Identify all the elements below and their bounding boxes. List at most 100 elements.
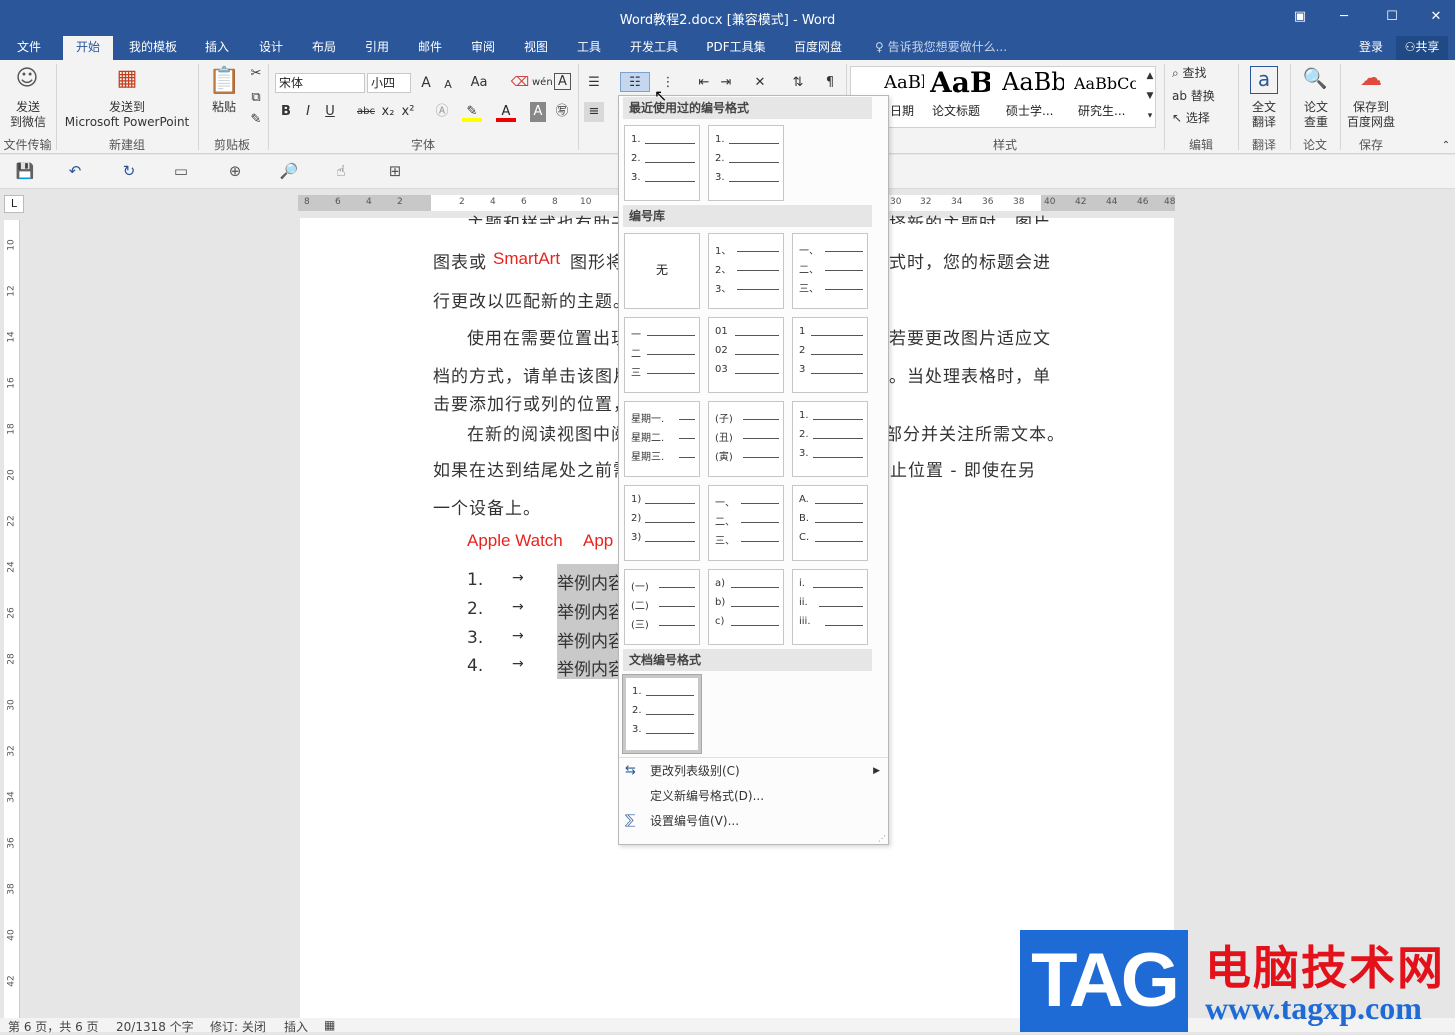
numbering-option-arabic-period[interactable]: 1. 2. 3. [792, 401, 868, 477]
tab-my-templates[interactable]: 我的模板 [122, 36, 184, 60]
style-preview-date[interactable]: AaBbCc [884, 72, 924, 93]
numbering-option-arabic-comma[interactable]: 1、 2、 3、 [708, 233, 784, 309]
collapse-ribbon-icon[interactable]: ⌃ [1436, 136, 1455, 156]
apple-watch-text[interactable]: Apple Watch [467, 531, 563, 551]
chevron-up-icon[interactable]: ▲ [1140, 66, 1160, 86]
doc-line-0b[interactable]: 择新的主题时，图片、 [889, 210, 1069, 224]
chevron-down-icon[interactable]: ▼ [1140, 86, 1160, 106]
underline-button[interactable]: U [320, 102, 340, 122]
paste-button[interactable]: 粘贴 [204, 100, 244, 115]
doc-line-5[interactable]: 击要添加行或列的位置， [433, 390, 631, 415]
character-shading-icon[interactable]: A [530, 102, 546, 122]
numbering-option-recent-1[interactable]: 1. 2. 3. [624, 125, 700, 201]
tab-selector-icon[interactable]: L [4, 195, 24, 213]
clear-format-icon[interactable]: ⌫ [510, 73, 530, 93]
align-left-icon[interactable]: ≡ [584, 102, 604, 122]
font-name-select[interactable]: 宋体 [275, 73, 365, 93]
numbering-option-lower-roman[interactable]: i. ii. iii. [792, 569, 868, 645]
numbering-option-chinese-paren[interactable]: (一) (二) (三) [624, 569, 700, 645]
bullets-icon[interactable]: ☰ [584, 73, 604, 93]
shrink-font-button[interactable]: A [438, 75, 458, 95]
tab-mailings[interactable]: 邮件 [409, 36, 451, 60]
full-text-translate-button[interactable]: 全文 翻译 [1242, 100, 1286, 130]
doc-line-8[interactable]: 一个设备上。 [433, 494, 541, 519]
numbering-option-chinese-plain[interactable]: 一 二 三 [624, 317, 700, 393]
ribbon-display-button[interactable]: ▣ [1280, 4, 1320, 30]
numbering-option-none[interactable]: 无 [624, 233, 700, 309]
list-item[interactable]: 2. → 举例内容 [467, 593, 621, 622]
copy-icon[interactable]: ⧉ [246, 88, 266, 108]
numbering-icon[interactable]: ☷ [620, 72, 650, 92]
doc-line-1b[interactable]: 图形将 [570, 248, 624, 273]
text-effects-icon[interactable]: Ⓐ [432, 102, 452, 122]
doc-line-7b[interactable]: 止位置 - 即使在另 [890, 456, 1036, 481]
change-case-button[interactable]: Aa [466, 73, 492, 93]
doc-line-6a[interactable]: 在新的阅读视图中阅 [467, 420, 629, 445]
define-new-numbering-item[interactable]: 定义新编号格式(D)... [619, 784, 888, 808]
doc-line-3b[interactable]: 若要更改图片适应文 [889, 324, 1051, 349]
numbering-option-document[interactable]: 1. 2. 3. [622, 674, 702, 754]
numbering-option-lower-alpha[interactable]: a) b) c) [708, 569, 784, 645]
list-item[interactable]: 3. → 举例内容 [467, 622, 621, 651]
character-border-button[interactable]: A [554, 73, 571, 90]
tab-review[interactable]: 审阅 [462, 36, 504, 60]
chinese-layout-icon[interactable]: ✕ [750, 73, 770, 93]
web-layout-icon[interactable]: ⊕ [224, 162, 246, 182]
send-to-powerpoint-button[interactable]: 发送到 Microsoft PowerPoint [60, 100, 194, 130]
highlight-color-icon[interactable]: ✎ [462, 102, 482, 122]
font-size-select[interactable]: 小四 [367, 73, 411, 93]
print-preview-icon[interactable]: 🔎 [278, 162, 300, 182]
tab-baidu-netdisk[interactable]: 百度网盘 [785, 36, 851, 60]
login-button[interactable]: 登录 [1352, 36, 1390, 60]
tab-developer[interactable]: 开发工具 [621, 36, 687, 60]
insert-mode-status[interactable]: 插入 [284, 1018, 308, 1035]
numbering-option-arabic-paren[interactable]: 1) 2) 3) [624, 485, 700, 561]
grow-font-button[interactable]: A [416, 73, 436, 93]
doc-line-2[interactable]: 行更改以匹配新的主题。 [433, 287, 631, 312]
doc-line-6b[interactable]: 部分并关注所需文本。 [885, 420, 1065, 445]
sort-icon[interactable]: ⇅ [788, 73, 808, 93]
subscript-button[interactable]: x₂ [378, 102, 398, 122]
doc-line-0a[interactable]: 主题和样式也有助于 [467, 210, 629, 224]
maximize-button[interactable]: ☐ [1372, 4, 1412, 30]
tell-me-box[interactable]: ♀ 告诉我您想要做什么... [866, 36, 1016, 60]
style-preview-master[interactable]: AaBb [1002, 68, 1064, 96]
doc-line-1a[interactable]: 图表或 [433, 248, 487, 273]
tab-tools[interactable]: 工具 [568, 36, 610, 60]
doc-line-4a[interactable]: 档的方式，请单击该图片 [433, 362, 631, 387]
numbering-option-zero-padded[interactable]: 01 02 03 [708, 317, 784, 393]
save-to-baidu-button[interactable]: 保存到 百度网盘 [1342, 100, 1400, 130]
style-preview-graduate[interactable]: AaBbCc [1074, 74, 1136, 93]
tab-pdf-tools[interactable]: PDF工具集 [700, 36, 772, 60]
numbering-option-earthly-branch[interactable]: (子) (丑) (寅) [708, 401, 784, 477]
doc-line-1c[interactable]: 式时，您的标题会进 [889, 248, 1051, 273]
customize-icon[interactable]: ⊞ [384, 162, 406, 182]
touch-mode-icon[interactable]: ☝ [330, 162, 352, 182]
tab-file[interactable]: 文件 [8, 36, 50, 60]
resize-grip-icon[interactable]: ⋰ [878, 834, 886, 843]
numbering-option-chinese-comma-2[interactable]: 一、 二、 三、 [708, 485, 784, 561]
replace-button[interactable]: ab 替换 [1172, 89, 1232, 104]
cut-icon[interactable]: ✂ [246, 64, 266, 84]
format-painter-icon[interactable]: ✎ [246, 110, 266, 130]
doc-line-4b[interactable]: 。当处理表格时，单 [889, 362, 1051, 387]
bold-button[interactable]: B [276, 102, 296, 122]
undo-icon[interactable]: ↶ [64, 162, 86, 182]
numbering-option-chinese-comma[interactable]: 一、 二、 三、 [792, 233, 868, 309]
list-item[interactable]: 4. → 举例内容 [467, 650, 621, 679]
share-button[interactable]: ⚇共享 [1396, 36, 1448, 60]
close-button[interactable]: ✕ [1416, 4, 1455, 30]
read-mode-icon[interactable]: ▭ [170, 162, 192, 182]
enclose-characters-icon[interactable]: ㊢ [552, 102, 572, 122]
change-list-level-item[interactable]: ⇆ 更改列表级别(C) ▶ [619, 759, 888, 783]
save-icon[interactable]: 💾 [14, 162, 36, 182]
select-button[interactable]: ↖ 选择 [1172, 111, 1232, 126]
font-color-icon[interactable]: A [496, 102, 516, 122]
send-to-wechat-button[interactable]: 发送 到微信 [6, 100, 50, 130]
track-changes-status[interactable]: 修订: 关闭 [210, 1018, 266, 1035]
set-numbering-value-item[interactable]: ⅀ 设置编号值(V)... [619, 809, 888, 833]
tab-view[interactable]: 视图 [515, 36, 557, 60]
decrease-indent-icon[interactable]: ⇤ [694, 73, 714, 93]
tab-design[interactable]: 设计 [250, 36, 292, 60]
increase-indent-icon[interactable]: ⇥ [716, 73, 736, 93]
